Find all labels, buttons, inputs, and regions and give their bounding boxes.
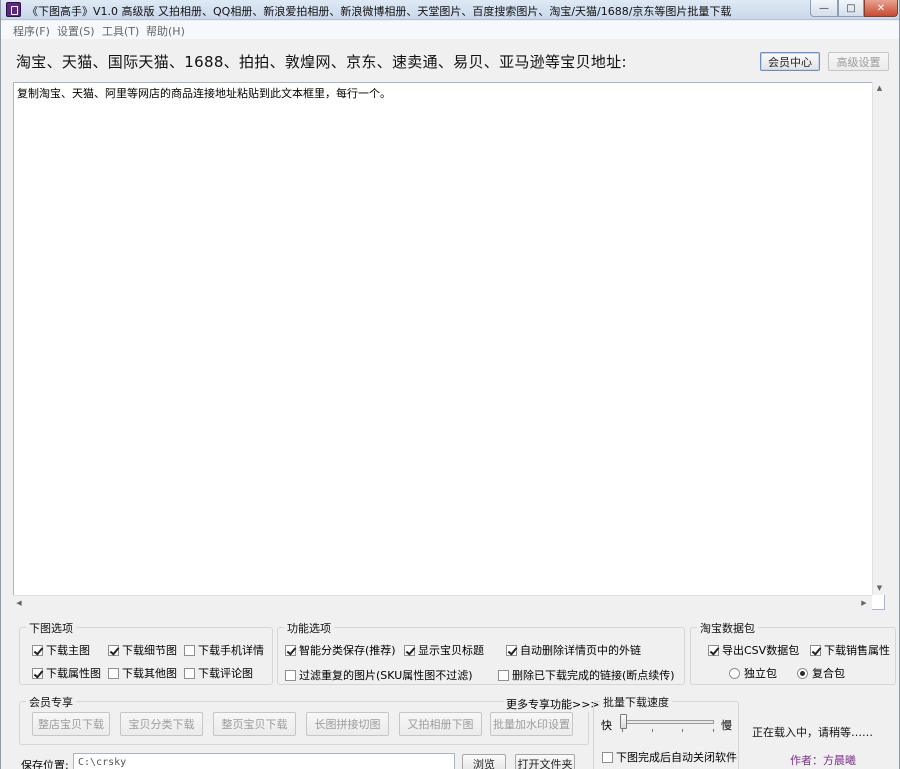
- close-button[interactable]: ✕: [864, 0, 898, 17]
- export-csv-checkbox[interactable]: 导出CSV数据包: [708, 642, 799, 658]
- checkbox-label: 下载细节图: [122, 644, 177, 657]
- speed-slider-track[interactable]: [622, 720, 714, 724]
- long-image-stitch-button[interactable]: 长图拼接切图: [306, 712, 389, 736]
- menu-help[interactable]: 帮助(H): [146, 23, 185, 39]
- member-exclusive-title: 会员专享: [26, 694, 76, 710]
- textarea-placeholder: 复制淘宝、天猫、阿里等网店的商品连接地址粘贴到此文本框里，每行一个。: [17, 87, 391, 100]
- remove-external-links-checkbox[interactable]: 自动删除详情页中的外链: [506, 642, 641, 658]
- checkbox-label: 显示宝贝标题: [418, 644, 484, 657]
- checkbox-label: 下载主图: [46, 644, 90, 657]
- speed-fast-label: 快: [601, 719, 612, 732]
- member-center-button[interactable]: 会员中心: [760, 52, 820, 71]
- delete-finished-links-checkbox[interactable]: 删除已下载完成的链接(断点续传): [498, 667, 675, 683]
- app-logo-icon: [6, 2, 21, 17]
- checkbox-label: 下载销售属性: [824, 644, 890, 657]
- browse-button[interactable]: 浏览: [462, 754, 506, 769]
- download-sales-attribute-checkbox[interactable]: 下载销售属性: [810, 642, 890, 658]
- download-main-image-checkbox[interactable]: 下载主图: [32, 642, 90, 658]
- checkbox-label: 删除已下载完成的链接(断点续传): [512, 669, 675, 682]
- save-location-label: 保存位置:: [21, 759, 69, 769]
- checkbox-label: 下载属性图: [46, 667, 101, 680]
- download-options-title: 下图选项: [26, 620, 76, 636]
- auto-close-checkbox[interactable]: 下图完成后自动关闭软件: [602, 749, 737, 765]
- checkbox-box[interactable]: [285, 669, 296, 681]
- speed-slow-label: 慢: [721, 719, 732, 732]
- checkbox-box[interactable]: [506, 644, 517, 656]
- radio-label: 复合包: [812, 667, 845, 680]
- radio-label: 独立包: [744, 667, 777, 680]
- checkbox-label: 导出CSV数据包: [722, 644, 800, 657]
- menu-bar: 程序(F) 设置(S) 工具(T) 帮助(H): [1, 21, 899, 39]
- checkbox-box[interactable]: [602, 751, 613, 763]
- checkbox-box[interactable]: [32, 667, 43, 679]
- scroll-up-icon[interactable]: ▲: [873, 82, 886, 94]
- checkbox-label: 自动删除详情页中的外链: [520, 644, 641, 657]
- checkbox-box[interactable]: [285, 644, 296, 656]
- whole-page-download-button[interactable]: 整页宝贝下载: [213, 712, 296, 736]
- youpai-album-download-button[interactable]: 又拍相册下图: [399, 712, 482, 736]
- menu-tools[interactable]: 工具(T): [102, 23, 139, 39]
- composite-package-radio[interactable]: 复合包: [797, 665, 845, 681]
- category-download-button[interactable]: 宝贝分类下载: [120, 712, 203, 736]
- independent-package-radio[interactable]: 独立包: [729, 665, 777, 681]
- speed-slider-ticks: [622, 729, 714, 733]
- checkbox-box[interactable]: [404, 644, 415, 656]
- title-bar[interactable]: 《下图高手》V1.0 高级版 又拍相册、QQ相册、新浪爱拍相册、新浪微博相册、天…: [1, 0, 899, 20]
- scroll-down-icon[interactable]: ▼: [873, 582, 886, 594]
- checkbox-label: 下载其他图: [122, 667, 177, 680]
- url-input-label: 淘宝、天猫、国际天猫、1688、拍拍、敦煌网、京东、速卖通、易贝、亚马逊等宝贝地…: [16, 53, 627, 71]
- batch-watermark-button[interactable]: 批量加水印设置: [490, 712, 573, 736]
- checkbox-box[interactable]: [498, 669, 509, 681]
- menu-program[interactable]: 程序(F): [13, 23, 50, 39]
- show-item-title-checkbox[interactable]: 显示宝贝标题: [404, 642, 484, 658]
- checkbox-box[interactable]: [108, 644, 119, 656]
- checkbox-label: 下载评论图: [198, 667, 253, 680]
- url-textarea[interactable]: 复制淘宝、天猫、阿里等网店的商品连接地址粘贴到此文本框里，每行一个。: [13, 82, 885, 610]
- main-window: 《下图高手》V1.0 高级版 又拍相册、QQ相册、新浪爱拍相册、新浪微博相册、天…: [0, 0, 900, 769]
- scroll-right-icon[interactable]: ▶: [858, 597, 870, 609]
- smart-category-save-checkbox[interactable]: 智能分类保存(推荐): [285, 642, 396, 658]
- checkbox-box[interactable]: [810, 644, 821, 656]
- download-attribute-image-checkbox[interactable]: 下载属性图: [32, 665, 101, 681]
- download-detail-image-checkbox[interactable]: 下载细节图: [108, 642, 177, 658]
- download-review-image-checkbox[interactable]: 下载评论图: [184, 665, 253, 681]
- horizontal-scrollbar[interactable]: ◀ ▶: [13, 595, 872, 610]
- radio-circle[interactable]: [797, 667, 808, 679]
- checkbox-box[interactable]: [108, 667, 119, 679]
- checkbox-label: 下载手机详情: [198, 644, 264, 657]
- minimize-button[interactable]: —: [810, 0, 838, 17]
- speed-title: 批量下载速度: [600, 694, 672, 710]
- author-label: 作者：方晨曦: [790, 754, 856, 767]
- speed-slider-thumb[interactable]: [620, 714, 627, 729]
- scroll-left-icon[interactable]: ◀: [13, 597, 25, 609]
- checkbox-box[interactable]: [184, 644, 195, 656]
- save-path-input[interactable]: C:\crsky: [73, 753, 455, 769]
- taobao-package-title: 淘宝数据包: [697, 620, 758, 636]
- download-other-image-checkbox[interactable]: 下载其他图: [108, 665, 177, 681]
- checkbox-label: 过滤重复的图片(SKU属性图不过滤): [299, 669, 473, 682]
- download-mobile-detail-checkbox[interactable]: 下载手机详情: [184, 642, 264, 658]
- whole-store-download-button[interactable]: 整店宝贝下载: [32, 712, 110, 736]
- checkbox-box[interactable]: [32, 644, 43, 656]
- window-title: 《下图高手》V1.0 高级版 又拍相册、QQ相册、新浪爱拍相册、新浪微博相册、天…: [27, 5, 732, 18]
- maximize-button[interactable]: □: [838, 0, 864, 17]
- vertical-scrollbar[interactable]: ▲ ▼: [872, 82, 886, 595]
- loading-status: 正在载入中，请稍等……: [752, 726, 873, 739]
- advanced-settings-button[interactable]: 高级设置: [828, 52, 889, 71]
- checkbox-box[interactable]: [708, 644, 719, 656]
- radio-circle[interactable]: [729, 667, 740, 679]
- filter-duplicate-images-checkbox[interactable]: 过滤重复的图片(SKU属性图不过滤): [285, 667, 473, 683]
- menu-settings[interactable]: 设置(S): [57, 23, 95, 39]
- more-exclusive-features-link[interactable]: 更多专享功能>>>: [504, 696, 602, 712]
- function-options-title: 功能选项: [284, 620, 334, 636]
- checkbox-label: 智能分类保存(推荐): [299, 644, 396, 657]
- checkbox-label: 下图完成后自动关闭软件: [616, 751, 737, 764]
- checkbox-box[interactable]: [184, 667, 195, 679]
- open-folder-button[interactable]: 打开文件夹: [515, 754, 575, 769]
